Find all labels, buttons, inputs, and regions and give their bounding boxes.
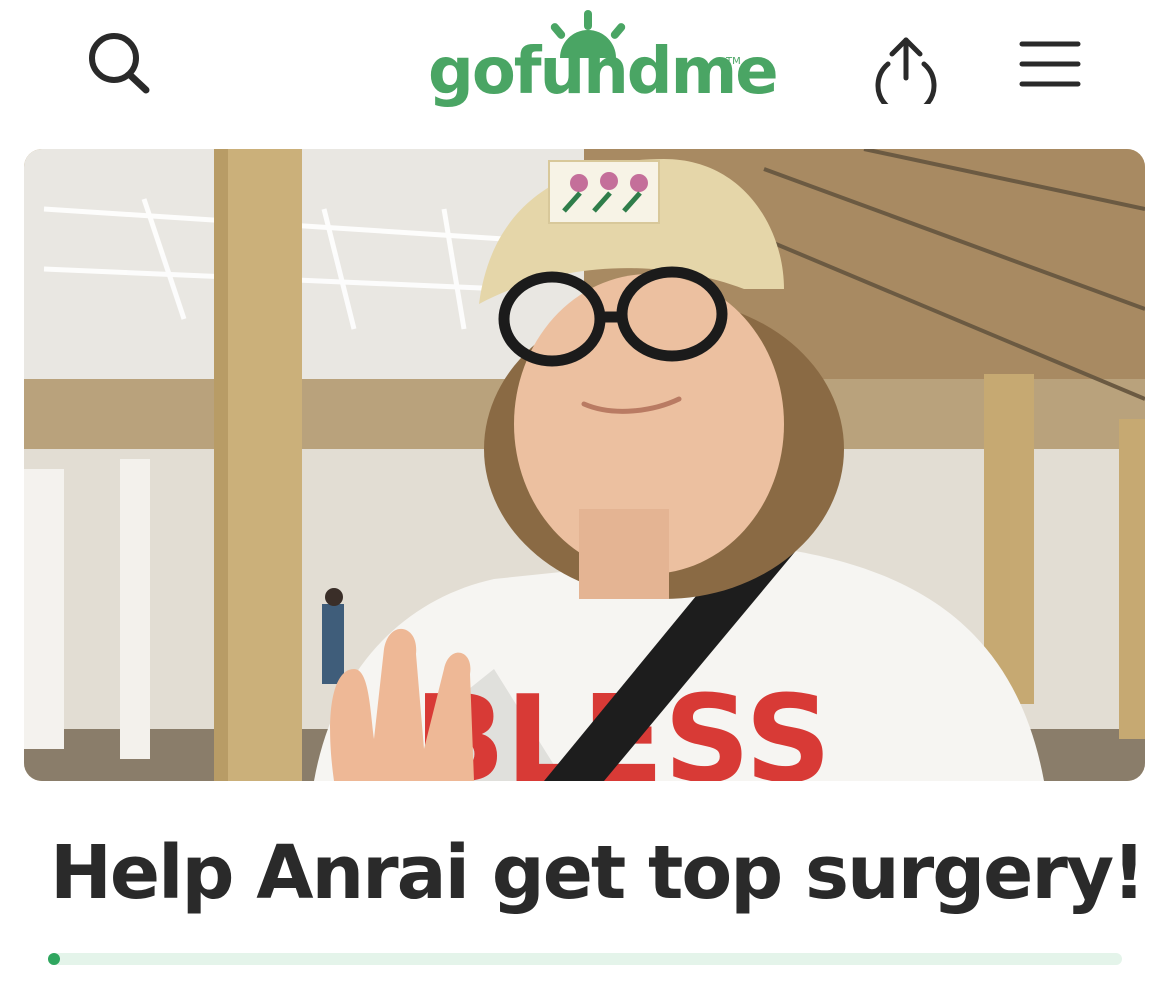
hero-photo: BLESS: [24, 149, 1145, 781]
share-icon[interactable]: [866, 30, 946, 104]
top-nav: gofundme TM: [0, 0, 1170, 140]
hamburger-menu-icon[interactable]: [1012, 34, 1088, 94]
donation-progress-fill: [48, 953, 60, 965]
campaign-hero-image[interactable]: BLESS: [24, 149, 1145, 781]
gofundme-logo[interactable]: gofundme TM: [424, 8, 779, 120]
donation-progress-bar: [48, 953, 1122, 965]
campaign-title[interactable]: Help Anrai get top surgery!: [50, 836, 1146, 910]
search-icon[interactable]: [78, 28, 158, 100]
logo-trademark: TM: [726, 56, 741, 67]
logo-wordmark: gofundme: [428, 35, 779, 109]
